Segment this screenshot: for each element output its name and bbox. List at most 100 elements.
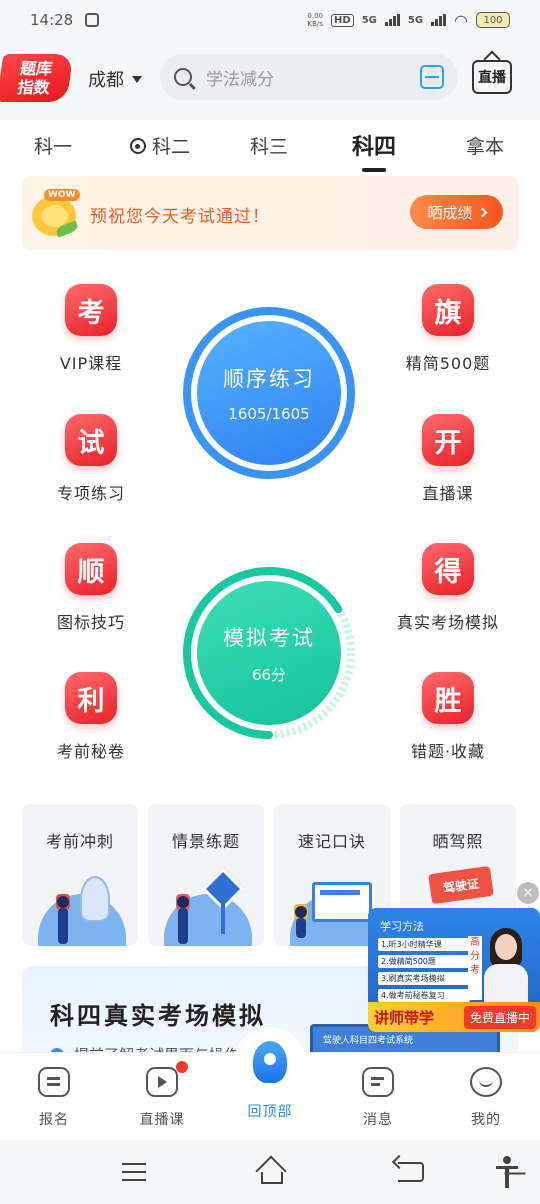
feature-label: 精简500题 xyxy=(405,354,491,373)
signal-icon xyxy=(384,14,400,26)
sequential-practice-button[interactable]: 顺序练习 1605/1605 xyxy=(182,306,356,480)
scan-icon[interactable] xyxy=(420,65,444,89)
city-selector[interactable]: 成都 xyxy=(88,66,142,92)
home-icon[interactable] xyxy=(256,1158,284,1184)
nav-label: 我的 xyxy=(471,1112,501,1128)
message-icon xyxy=(362,1067,394,1097)
caret-down-icon xyxy=(132,75,142,83)
card-title: 情景练题 xyxy=(171,832,240,851)
shun-icon: 顺 xyxy=(65,543,117,595)
feature-live-class[interactable]: 开 直播课 xyxy=(383,414,513,504)
feature-secret-paper[interactable]: 利 考前秘卷 xyxy=(26,672,156,762)
close-icon[interactable]: × xyxy=(517,882,539,904)
feature-special-practice[interactable]: 试 专项练习 xyxy=(26,414,156,504)
feature-real-exam-sim[interactable]: 得 真实考场模拟 xyxy=(383,543,513,633)
nav-live-class[interactable]: 直播课 xyxy=(122,1061,202,1129)
tab-ke4[interactable]: 科四 xyxy=(352,129,396,172)
net-speed: 0.00 KB/s xyxy=(307,12,324,28)
battery-icon: 100 xyxy=(476,12,510,28)
status-bar: 14:28 0.00 KB/s HD 5G 5G ◠ 100 xyxy=(0,0,540,40)
steering-wheel-icon xyxy=(130,138,146,154)
system-nav-bar xyxy=(0,1140,540,1204)
tab-nabeng[interactable]: 拿本 xyxy=(466,132,504,159)
feature-label: 图标技巧 xyxy=(56,613,125,632)
card-scenario-practice[interactable]: 情景练题 xyxy=(148,804,264,946)
back-icon[interactable] xyxy=(398,1162,424,1182)
chevron-right-icon xyxy=(477,207,487,217)
city-label: 成都 xyxy=(88,70,124,91)
sim1-label: 5G xyxy=(361,14,377,26)
live-tv-button[interactable]: 直播 xyxy=(472,60,512,94)
wifi-icon: ◠ xyxy=(454,10,468,30)
mock-exam-button[interactable]: 模拟考试 66分 xyxy=(182,566,356,740)
card-pre-exam-sprint[interactable]: 考前冲刺 xyxy=(22,804,138,946)
subject-tabs: 科一 科二 科三 科四 拿本 xyxy=(0,120,540,172)
signal-icon xyxy=(431,14,447,26)
menu-icon[interactable] xyxy=(122,1163,146,1181)
practice-progress: 1605/1605 xyxy=(228,405,310,423)
feature-500-questions[interactable]: 旗 精简500题 xyxy=(383,284,513,374)
nav-profile[interactable]: 我的 xyxy=(446,1067,526,1129)
search-icon xyxy=(174,68,192,86)
rocket-icon xyxy=(253,1041,287,1083)
instructor-live-ad[interactable]: 学习方法 1.听3小时精华课 2.做精简500题 3.刷真实考场模拟 4.做考前… xyxy=(368,908,540,1032)
kao-icon: 考 xyxy=(65,284,117,336)
show-score-button[interactable]: 晒成绩 xyxy=(410,195,503,229)
rocket-illustration xyxy=(32,864,128,946)
pedestrian-sign-illustration xyxy=(158,864,254,946)
sim2-label: 5G xyxy=(407,14,424,26)
search-input[interactable]: 学法减分 xyxy=(206,65,420,90)
card-title: 速记口诀 xyxy=(297,832,366,851)
card-title: 考前冲刺 xyxy=(45,832,114,851)
accessibility-icon[interactable] xyxy=(496,1156,518,1188)
search-bar[interactable]: 学法减分 xyxy=(160,54,458,100)
signup-icon xyxy=(38,1067,70,1097)
bottom-nav: 报名 直播课 回顶部 消息 我的 xyxy=(0,1027,540,1140)
nav-signup[interactable]: 报名 xyxy=(14,1067,94,1129)
nav-label: 报名 xyxy=(39,1112,69,1128)
screenshot-icon xyxy=(85,13,100,27)
feature-mistakes-favorites[interactable]: 胜 错题·收藏 xyxy=(383,672,513,762)
feature-label: 考前秘卷 xyxy=(56,742,125,761)
exam-score: 66分 xyxy=(251,665,287,684)
flower-mascot-icon: WOW xyxy=(26,186,82,240)
feature-label: 错题·收藏 xyxy=(410,742,486,761)
feature-vip-course[interactable]: 考 VIP课程 xyxy=(26,284,156,374)
exam-inner: 模拟考试 66分 xyxy=(197,581,341,725)
tab-ke3[interactable]: 科三 xyxy=(250,132,288,159)
ad-step-list: 1.听3小时精华课 2.做精简500题 3.刷真实考场模拟 4.做考前秘卷复习 xyxy=(378,938,470,1006)
ad-left-tag: 讲师带学 xyxy=(374,1008,435,1027)
unread-dot xyxy=(176,1061,188,1073)
nav-label: 直播课 xyxy=(139,1112,185,1128)
laptop-illustration xyxy=(284,864,380,946)
encouragement-banner: WOW 预祝您今天考试通过！ 晒成绩 xyxy=(22,176,518,250)
nav-back-to-top[interactable]: 回顶部 xyxy=(230,1041,310,1121)
shi-icon: 试 xyxy=(65,414,117,466)
hd-icon: HD xyxy=(331,13,354,27)
ad-right-tag: 免费直播中 xyxy=(463,1005,536,1029)
feature-label: 专项练习 xyxy=(56,484,125,503)
instructor-avatar xyxy=(480,928,532,1010)
tab-ke1[interactable]: 科一 xyxy=(34,132,72,159)
ad-footer: 讲师带学 免费直播中 xyxy=(368,1002,540,1032)
feature-label: 真实考场模拟 xyxy=(396,613,499,632)
tv-icon xyxy=(146,1067,178,1097)
app-logo[interactable]: 题库 指数 xyxy=(0,54,74,102)
kai-icon: 开 xyxy=(422,414,474,466)
banner-text: 预祝您今天考试通过！ xyxy=(90,207,270,227)
qi-icon: 旗 xyxy=(422,284,474,336)
feature-label: 直播课 xyxy=(422,484,474,503)
card-title: 晒驾照 xyxy=(432,832,484,851)
li-icon: 利 xyxy=(65,672,117,724)
exam-title: 模拟考试 xyxy=(223,625,315,650)
smile-icon xyxy=(470,1067,502,1097)
nav-messages[interactable]: 消息 xyxy=(338,1067,418,1129)
practice-inner: 顺序练习 1605/1605 xyxy=(197,321,341,465)
section-title: 科四真实考场模拟 xyxy=(50,1002,266,1030)
sheng-icon: 胜 xyxy=(422,672,474,724)
de-icon: 得 xyxy=(422,543,474,595)
app-header: 题库 指数 成都 学法减分 直播 xyxy=(0,40,540,120)
nav-label: 回顶部 xyxy=(247,1104,293,1120)
tab-ke2[interactable]: 科二 xyxy=(130,132,190,159)
feature-sign-tips[interactable]: 顺 图标技巧 xyxy=(26,543,156,633)
